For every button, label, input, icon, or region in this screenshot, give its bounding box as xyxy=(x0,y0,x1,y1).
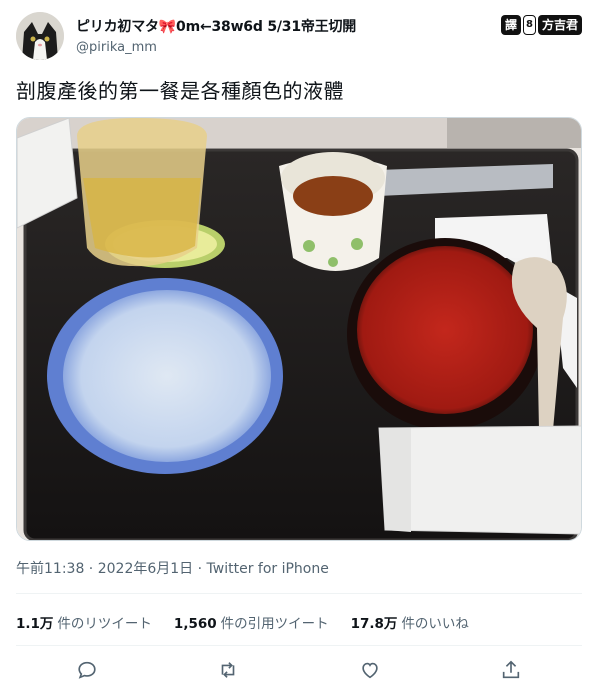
retweet-count[interactable]: 1.1万 件のリツイート xyxy=(16,612,152,632)
like-count[interactable]: 17.8万 件のいいね xyxy=(351,612,469,632)
like-icon xyxy=(362,662,378,679)
quote-count-label: 件の引用ツイート xyxy=(220,616,329,632)
user-handle[interactable]: @pirika_mm xyxy=(76,40,356,55)
retweet-button[interactable] xyxy=(210,652,246,688)
meta-separator: · xyxy=(193,561,207,577)
share-icon xyxy=(503,660,520,679)
tweet-meta: 午前11:38 · 2022年6月1日 · Twitter for iPhone xyxy=(16,558,329,578)
reply-button[interactable] xyxy=(69,652,105,688)
divider xyxy=(16,593,582,594)
meal-tray-image xyxy=(17,118,581,540)
meta-separator: · xyxy=(84,561,98,577)
tweet-date[interactable]: 2022年6月1日 xyxy=(98,561,193,577)
quote-count[interactable]: 1,560 件の引用ツイート xyxy=(174,612,329,632)
display-name[interactable]: ピリカ初マタ🎀0m←38w6d 5/31帝王切開 xyxy=(76,16,356,36)
tweet-header: ピリカ初マタ🎀0m←38w6d 5/31帝王切開 @pirika_mm 譯 8 … xyxy=(16,12,582,62)
retweet-icon xyxy=(221,662,235,678)
badge-right: 方吉君 xyxy=(537,15,582,35)
tweet-source[interactable]: Twitter for iPhone xyxy=(207,561,329,577)
like-button[interactable] xyxy=(352,652,388,688)
action-bar xyxy=(16,652,582,688)
tweet-photo[interactable] xyxy=(16,117,582,541)
tweet-time[interactable]: 午前11:38 xyxy=(16,561,84,577)
tweet-text: 剖腹產後的第一餐是各種顏色的液體 xyxy=(16,79,344,103)
badge-mid: 8 xyxy=(523,15,536,35)
cat-avatar-image xyxy=(16,12,64,60)
share-button[interactable] xyxy=(493,652,529,688)
avatar[interactable] xyxy=(16,12,64,60)
divider xyxy=(16,645,582,646)
retweet-count-label: 件のリツイート xyxy=(57,616,152,632)
reply-icon xyxy=(78,661,96,679)
quote-count-value: 1,560 xyxy=(173,616,217,632)
tweet-stats: 1.1万 件のリツイート 1,560 件の引用ツイート 17.8万 件のいいね xyxy=(16,612,469,632)
like-count-label: 件のいいね xyxy=(401,616,469,632)
translator-badge: 譯 8 方吉君 xyxy=(501,14,582,36)
retweet-count-value: 1.1万 xyxy=(16,616,54,632)
like-count-value: 17.8万 xyxy=(350,616,398,632)
badge-left: 譯 xyxy=(501,15,522,35)
